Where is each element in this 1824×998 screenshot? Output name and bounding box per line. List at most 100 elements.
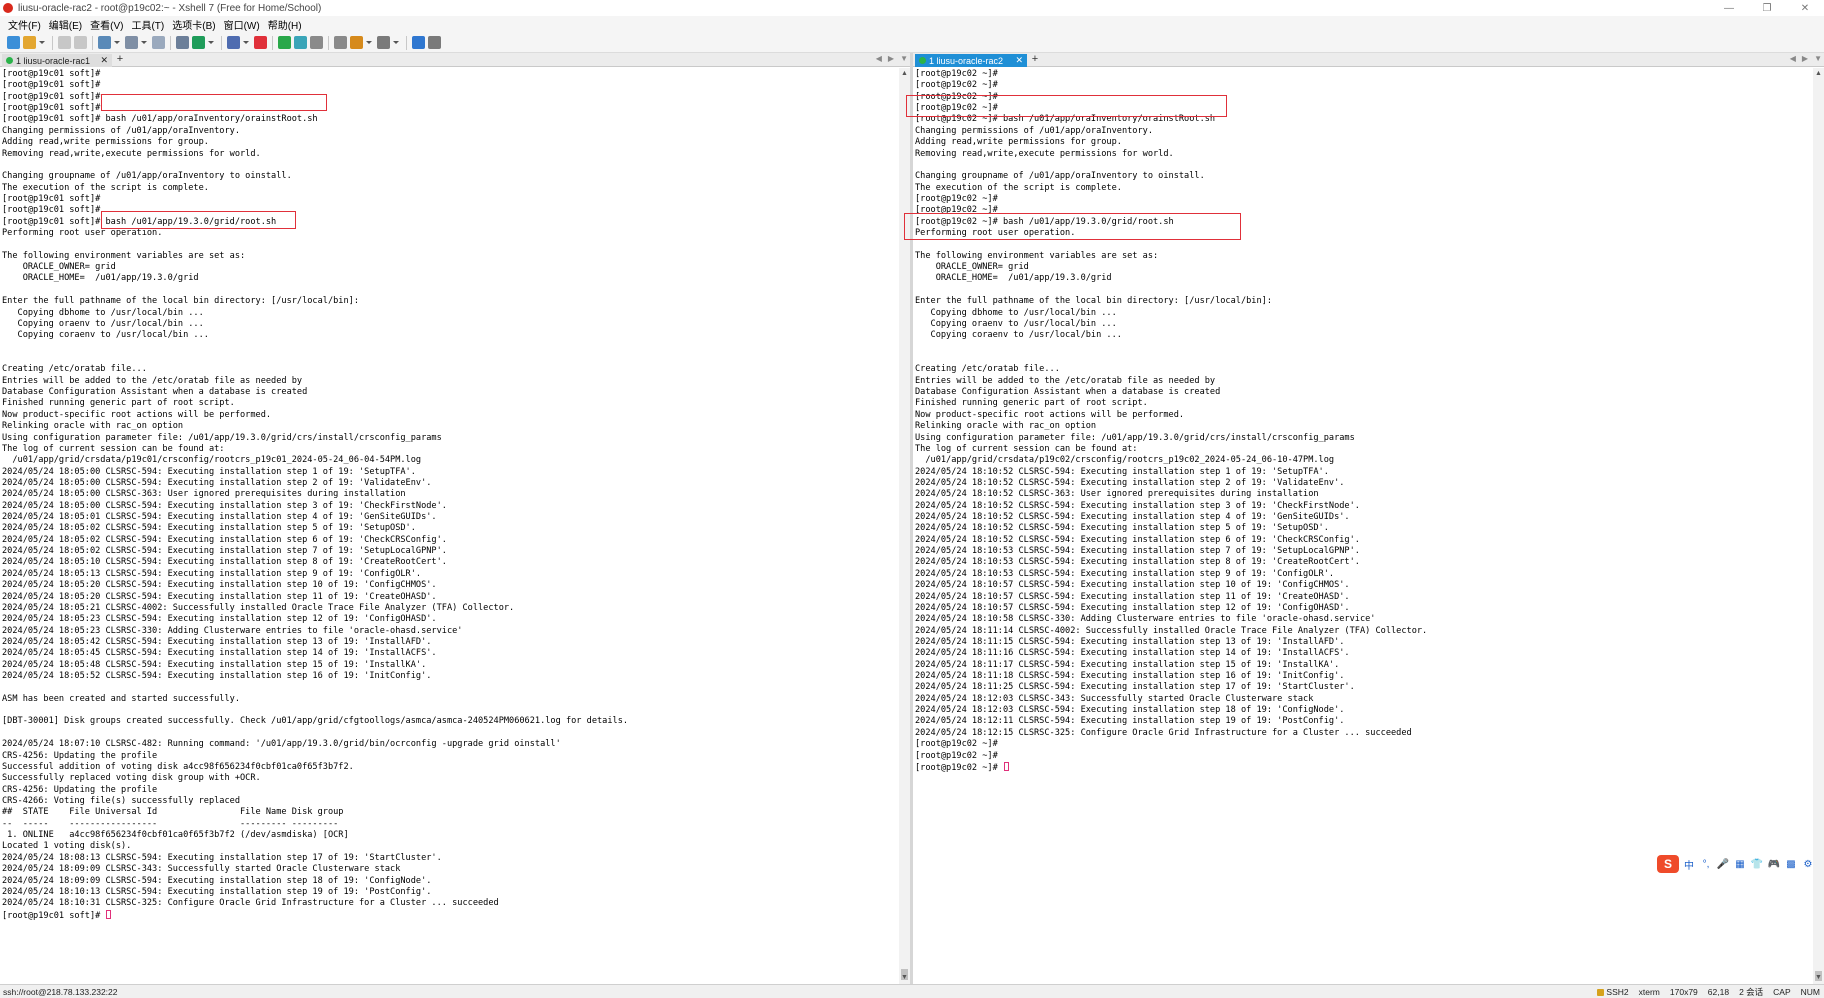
layout-icon[interactable]	[377, 36, 390, 49]
terminal-line: Finished running generic part of root sc…	[915, 398, 1148, 409]
menu-edit[interactable]: 编辑(E)	[49, 17, 82, 32]
terminal-output-right[interactable]: [root@p19c02 ~]# [root@p19c02 ~]# [root@p1…	[915, 69, 1812, 980]
terminal-line: 2024/05/24 18:05:52 CLSRSC-594: Executin…	[2, 671, 432, 682]
close-button[interactable]: ✕	[1786, 0, 1824, 16]
xmanager-icon[interactable]	[278, 36, 291, 49]
tab-prev-icon[interactable]: ◀	[1790, 54, 1796, 63]
globe-icon[interactable]	[192, 36, 205, 49]
tab-close-icon[interactable]: ✕	[1015, 55, 1023, 66]
dropdown-arrow-icon[interactable]	[39, 36, 45, 49]
terminal-line: 2024/05/24 18:05:20 CLSRSC-594: Executin…	[2, 591, 437, 602]
terminal-line: 2024/05/24 18:05:02 CLSRSC-594: Executin…	[2, 523, 416, 534]
ime-voice-icon[interactable]: 🎤	[1717, 858, 1729, 870]
find-icon[interactable]	[176, 36, 189, 49]
terminal-line: [root@p19c01 soft]#	[2, 103, 101, 114]
tab-next-icon[interactable]: ▶	[1802, 54, 1808, 63]
tab-list-icon[interactable]: ▼	[1814, 54, 1822, 63]
ime-keyboard-icon[interactable]: ▦	[1734, 858, 1746, 870]
terminal-line: 2024/05/24 18:10:53 CLSRSC-594: Executin…	[915, 568, 1335, 579]
scroll-down-icon[interactable]: ▼	[900, 973, 909, 983]
terminal-line: Adding read,write permissions for group.	[915, 137, 1122, 148]
menu-tabs[interactable]: 选项卡(B)	[172, 17, 215, 32]
terminal-line: 2024/05/24 18:05:00 CLSRSC-594: Executin…	[2, 500, 447, 511]
tab-liusu-oracle-rac2[interactable]: 1 liusu-oracle-rac2 ✕	[915, 54, 1027, 67]
vertical-scrollbar-right[interactable]: ▲ ▼	[1813, 68, 1824, 984]
ime-punctuation-icon[interactable]: °,	[1700, 858, 1712, 870]
terminal-cursor	[1003, 761, 1009, 771]
sogou-ime-logo[interactable]: S	[1657, 855, 1679, 873]
dropdown-arrow-icon[interactable]	[141, 36, 147, 49]
toolbar-separator	[170, 35, 171, 50]
menu-file[interactable]: 文件(F)	[8, 17, 41, 32]
disconnect-icon[interactable]	[74, 36, 87, 49]
paste-icon[interactable]	[152, 36, 165, 49]
maximize-button[interactable]: ❐	[1748, 0, 1786, 16]
terminal-line: 2024/05/24 18:05:23 CLSRSC-330: Adding C…	[2, 625, 463, 636]
reconnect-icon[interactable]	[58, 36, 71, 49]
dropdown-arrow-icon[interactable]	[243, 36, 249, 49]
status-right: SSH2 xterm 170x79 62,18 2 会话 CAP NUM	[1587, 985, 1820, 998]
minimize-button[interactable]: —	[1710, 0, 1748, 16]
menu-view[interactable]: 查看(V)	[90, 17, 123, 32]
ime-skin-icon[interactable]: 👕	[1751, 858, 1763, 870]
terminal-line: Successfully replaced voting disk group …	[2, 773, 261, 784]
copy-icon[interactable]	[125, 36, 138, 49]
tab-close-icon[interactable]: ✕	[100, 55, 108, 66]
terminal-line: 2024/05/24 18:10:52 CLSRSC-594: Executin…	[915, 477, 1345, 488]
ime-settings-icon[interactable]: ⚙	[1802, 858, 1814, 870]
properties-icon[interactable]	[98, 36, 111, 49]
dropdown-arrow-icon[interactable]	[208, 36, 214, 49]
tab-list-icon[interactable]: ▼	[900, 54, 908, 63]
chat-icon[interactable]	[428, 36, 441, 49]
terminal-line: The log of current session can be found …	[2, 443, 225, 454]
ime-game-icon[interactable]: 🎮	[1768, 858, 1780, 870]
open-folder-icon[interactable]	[23, 36, 36, 49]
vertical-scrollbar-left[interactable]: ▲ ▼	[899, 68, 910, 984]
scroll-up-icon[interactable]: ▲	[1814, 69, 1823, 79]
terminal-line: [root@p19c01 soft]#	[2, 205, 101, 216]
font-icon[interactable]	[227, 36, 240, 49]
terminal-line: Performing root user operation.	[2, 228, 163, 239]
terminal-line: Creating /etc/oratab file...	[2, 364, 147, 375]
dropdown-arrow-icon[interactable]	[114, 36, 120, 49]
scroll-up-icon[interactable]: ▲	[900, 69, 909, 79]
lock-icon[interactable]	[310, 36, 323, 49]
fullscreen-icon[interactable]	[294, 36, 307, 49]
terminal-line: Copying dbhome to /usr/local/bin ...	[915, 307, 1117, 318]
script-icon[interactable]	[350, 36, 363, 49]
menu-tools[interactable]: 工具(T)	[131, 17, 164, 32]
xftp-icon[interactable]	[254, 36, 267, 49]
terminal-line: Relinking oracle with rac_on option	[915, 421, 1097, 432]
tab-prev-icon[interactable]: ◀	[876, 54, 882, 63]
tab-next-icon[interactable]: ▶	[888, 54, 894, 63]
ime-toolbox-icon[interactable]: ▩	[1785, 858, 1797, 870]
menu-help[interactable]: 帮助(H)	[268, 17, 302, 32]
session-count[interactable]: 2 会话	[1739, 986, 1763, 998]
help-icon[interactable]	[412, 36, 425, 49]
add-tab-button[interactable]: +	[1029, 53, 1041, 66]
terminal-line: [root@p19c02 ~]# bash /u01/app/19.3.0/gr…	[915, 216, 1174, 227]
new-session-icon[interactable]	[7, 36, 20, 49]
terminal-line: CRS-4256: Updating the profile	[2, 784, 158, 795]
menu-window[interactable]: 窗口(W)	[224, 17, 260, 32]
dropdown-arrow-icon[interactable]	[366, 36, 372, 49]
terminal-line: Enter the full pathname of the local bin…	[2, 296, 359, 307]
ime-toolbar: S 中 °, 🎤 ▦ 👕 🎮 ▩ ⚙	[1657, 854, 1819, 874]
terminal-line: ORACLE_OWNER= grid	[2, 262, 116, 273]
toolbar-separator	[92, 35, 93, 50]
tab-liusu-oracle-rac1[interactable]: 1 liusu-oracle-rac1 ✕	[2, 54, 112, 67]
scroll-down-icon[interactable]: ▼	[1814, 973, 1823, 983]
terminal-line: ORACLE_HOME= /u01/app/19.3.0/grid	[2, 273, 199, 284]
terminal-line: Located 1 voting disk(s).	[2, 841, 132, 852]
terminal-output-left[interactable]: [root@p19c01 soft]# [root@p19c01 soft]# [r…	[2, 69, 898, 980]
ime-chinese-mode-icon[interactable]: 中	[1683, 858, 1695, 872]
terminal-line: 2024/05/24 18:05:20 CLSRSC-594: Executin…	[2, 580, 437, 591]
dropdown-arrow-icon[interactable]	[393, 36, 399, 49]
keyboard-icon[interactable]	[334, 36, 347, 49]
terminal-line: 2024/05/24 18:12:11 CLSRSC-594: Executin…	[915, 716, 1345, 727]
add-tab-button[interactable]: +	[114, 53, 126, 66]
